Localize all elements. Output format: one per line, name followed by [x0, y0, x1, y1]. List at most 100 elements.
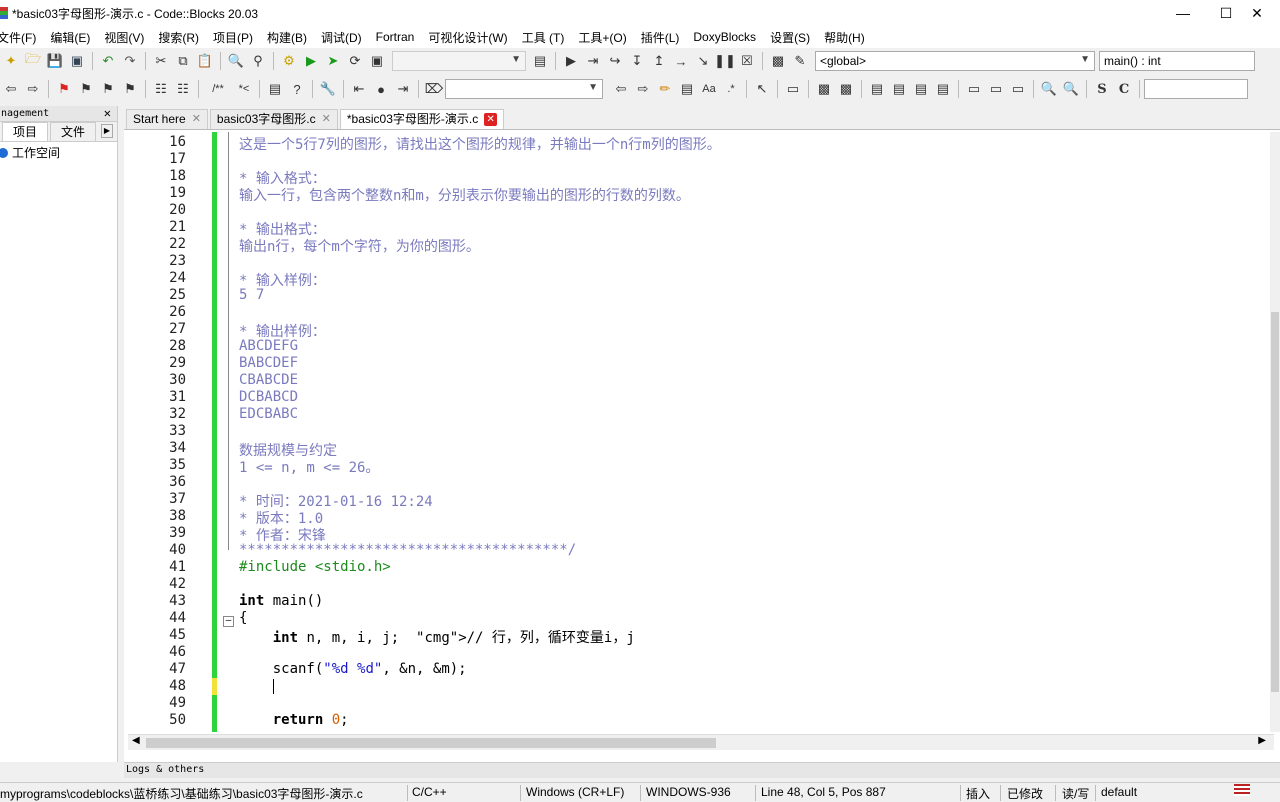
vertical-scroll-thumb[interactable] [1271, 312, 1279, 692]
code-line[interactable]: 22 输出n行，每个m个字符，为你的图形。 [124, 236, 1272, 255]
code-line[interactable]: 44 { [124, 610, 1272, 627]
wx-sizer-v-icon[interactable]: ▤ [889, 79, 909, 99]
code-line[interactable]: 32 EDCBABC [124, 406, 1272, 423]
tab-files[interactable]: 文件 [50, 122, 97, 141]
build-icon[interactable]: ⚙ [279, 51, 299, 71]
various-info-icon[interactable]: ✎ [790, 51, 810, 71]
search-prev-icon[interactable]: ⇦ [611, 79, 631, 99]
debug-start-icon[interactable]: ▶ [561, 51, 581, 71]
step-forward-icon[interactable]: ⇥ [393, 79, 413, 99]
find-icon[interactable]: 🔍 [226, 51, 246, 71]
menu-build[interactable]: 构建(B) [267, 29, 307, 46]
code-line[interactable]: 35 1 <= n, m <= 26。 [124, 457, 1272, 476]
code-line[interactable]: 49 [124, 695, 1272, 712]
function-combo[interactable]: main() : int [1099, 51, 1255, 71]
undo-icon[interactable]: ↶ [98, 51, 118, 71]
code-line[interactable]: 29 BABCDEF [124, 355, 1272, 372]
wx-toggle-icon[interactable]: ▭ [986, 79, 1006, 99]
workspace-tree-item[interactable]: 工作空间 [0, 142, 117, 163]
insert-doc-icon[interactable]: ☷ [151, 79, 171, 99]
toggle-bookmark-icon[interactable]: ⚑ [54, 79, 74, 99]
new-file-icon[interactable]: ✦ [1, 51, 21, 71]
code-line[interactable]: 47 scanf("%d %d", &n, &m); [124, 661, 1272, 678]
stop-debug-icon[interactable]: ☒ [737, 51, 757, 71]
code-line[interactable]: 33 [124, 423, 1272, 440]
jump-forward-icon[interactable]: ⇨ [23, 79, 43, 99]
zoom-out-icon[interactable]: 🔍 [1061, 79, 1081, 99]
run-to-cursor-icon[interactable]: ⇥ [583, 51, 603, 71]
code-line[interactable]: 25 5 7 [124, 287, 1272, 304]
menu-visual-design[interactable]: 可视化设计(W) [428, 29, 507, 46]
tab-start-here[interactable]: Start here ✕ [126, 109, 208, 129]
minimize-button[interactable]: — [1160, 0, 1206, 26]
code-line[interactable]: 46 [124, 644, 1272, 661]
scope-combo[interactable]: <global> ▼ [815, 51, 1095, 71]
doxyblocks-help-icon[interactable]: ? [287, 79, 307, 99]
symbol-search-input[interactable] [1144, 79, 1248, 99]
code-line[interactable]: 21 * 输出格式： [124, 219, 1272, 238]
clear-search-icon[interactable]: ⌦ [424, 79, 444, 99]
step-out-icon[interactable]: ↥ [649, 51, 669, 71]
next-line-icon[interactable]: ↪ [605, 51, 625, 71]
build-target-combo[interactable]: ▼ [392, 51, 526, 71]
copy-icon[interactable]: ⧉ [173, 51, 193, 71]
code-line[interactable]: 50 return 0; [124, 712, 1272, 729]
wx-dialog-icon[interactable]: ▩ [814, 79, 834, 99]
debug-windows-icon[interactable]: ▩ [768, 51, 788, 71]
code-completion-icon[interactable]: C [1114, 79, 1134, 99]
run-doxywizard-icon[interactable]: ▤ [265, 79, 285, 99]
menu-search[interactable]: 搜索(R) [158, 29, 199, 46]
scroll-left-icon[interactable]: ◀ [132, 735, 140, 746]
paste-icon[interactable]: 📋 [195, 51, 215, 71]
menu-view[interactable]: 视图(V) [104, 29, 144, 46]
code-line[interactable]: 23 [124, 253, 1272, 270]
menu-debug[interactable]: 调试(D) [321, 29, 362, 46]
code-line[interactable]: 45 int n, m, i, j; "cmg">// 行，列，循环变量i，j [124, 627, 1272, 646]
menu-edit[interactable]: 编辑(E) [50, 29, 90, 46]
match-case-icon[interactable]: Aa [699, 79, 719, 99]
regex-icon[interactable]: .* [721, 79, 741, 99]
menu-file[interactable]: 文件(F) [0, 29, 36, 46]
breakpoint-icon[interactable]: ● [371, 79, 391, 99]
menu-doxyblocks[interactable]: DoxyBlocks [693, 30, 756, 44]
tab-scroll-right-icon[interactable]: ▶ [101, 124, 113, 138]
pause-icon[interactable]: ❚❚ [714, 51, 736, 71]
tab-basic03-demo[interactable]: *basic03字母图形-演示.c ✕ [339, 109, 505, 129]
save-icon[interactable]: 💾 [45, 51, 65, 71]
replace-icon[interactable]: ⚲ [248, 51, 268, 71]
code-line[interactable]: 31 DCBABCD [124, 389, 1272, 406]
step-back-icon[interactable]: ⇤ [349, 79, 369, 99]
selected-text-icon[interactable]: ▤ [677, 79, 697, 99]
menu-settings[interactable]: 设置(S) [770, 29, 810, 46]
save-all-icon[interactable]: ▣ [67, 51, 87, 71]
code-editor[interactable]: – 16 这是一个5行7列的图形，请找出这个图形的规律，并输出一个n行m列的图形。… [124, 132, 1272, 732]
logs-panel-header[interactable]: Logs & others [124, 762, 1280, 778]
wx-sizer-h-icon[interactable]: ▤ [867, 79, 887, 99]
menu-help[interactable]: 帮助(H) [824, 29, 865, 46]
code-line[interactable]: 43 int main() [124, 593, 1272, 610]
wx-frame-icon[interactable]: ▭ [783, 79, 803, 99]
symbols-icon[interactable]: S [1092, 79, 1112, 99]
step-into-icon[interactable]: ↧ [627, 51, 647, 71]
vertical-scrollbar[interactable] [1270, 132, 1280, 732]
next-bookmark-icon[interactable]: ⚑ [98, 79, 118, 99]
code-line[interactable]: 20 [124, 202, 1272, 219]
menu-plugins[interactable]: 插件(L) [641, 29, 680, 46]
wx-panel-icon[interactable]: ▩ [836, 79, 856, 99]
code-line[interactable]: 39 * 作者：宋锋 [124, 525, 1272, 544]
preferences-icon[interactable]: 🔧 [318, 79, 338, 99]
code-line[interactable]: 36 [124, 474, 1272, 491]
wx-sizer-grid-icon[interactable]: ▤ [911, 79, 931, 99]
search-next-icon[interactable]: ⇨ [633, 79, 653, 99]
jump-back-icon[interactable]: ⇦ [1, 79, 21, 99]
close-tab-icon[interactable]: ✕ [322, 110, 331, 129]
step-instruction-icon[interactable]: ↘ [693, 51, 713, 71]
code-line[interactable]: 37 * 时间：2021-01-16 12:24 [124, 491, 1272, 510]
clear-bookmarks-icon[interactable]: ⚑ [120, 79, 140, 99]
block-comment-icon[interactable]: /** [204, 79, 232, 99]
prev-bookmark-icon[interactable]: ⚑ [76, 79, 96, 99]
horizontal-scroll-thumb[interactable] [146, 738, 716, 748]
menu-fortran[interactable]: Fortran [376, 30, 415, 44]
code-line[interactable]: 16 这是一个5行7列的图形，请找出这个图形的规律，并输出一个n行m列的图形。 [124, 134, 1272, 153]
abort-icon[interactable]: ▣ [367, 51, 387, 71]
